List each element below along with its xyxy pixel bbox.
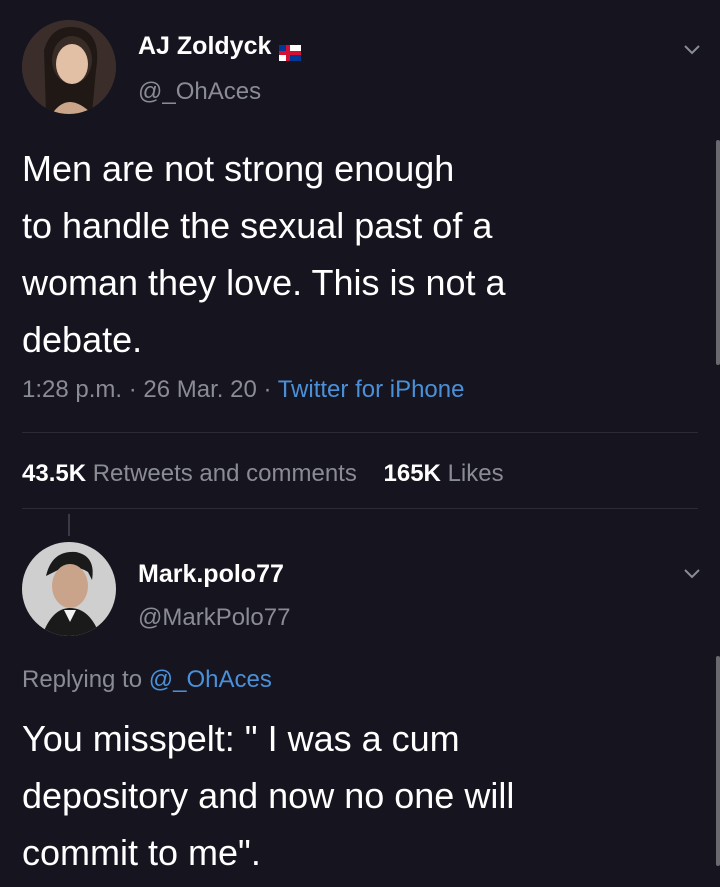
reply-author-name[interactable]: Mark.polo77 — [138, 560, 284, 589]
reply-author-avatar[interactable] — [22, 542, 116, 636]
scroll-indicator — [716, 140, 720, 365]
thread-line — [68, 514, 70, 536]
replying-prefix: Replying to — [22, 666, 143, 693]
replying-handle-link[interactable]: @_OhAces — [149, 666, 272, 693]
author-handle[interactable]: @_OhAces — [138, 78, 261, 106]
reply-author-name-text: Mark.polo77 — [138, 560, 284, 588]
divider — [22, 508, 698, 509]
tweet-date: 26 Mar. 20 — [143, 376, 257, 403]
reply-text: You misspelt: " I was a cum depository a… — [22, 718, 515, 873]
chevron-down-icon[interactable] — [682, 42, 702, 56]
tweet-source-link[interactable]: Twitter for iPhone — [278, 376, 465, 403]
chevron-down-icon[interactable] — [682, 566, 702, 580]
meta-separator: · — [128, 376, 137, 403]
retweets-count: 43.5K — [22, 460, 87, 487]
likes-count: 165K — [383, 460, 441, 487]
likes-stat[interactable]: 165K Likes — [384, 460, 504, 487]
scroll-indicator — [716, 656, 720, 866]
replying-to: Replying to @_OhAces — [22, 666, 272, 694]
meta-separator: · — [263, 376, 272, 403]
author-avatar[interactable] — [22, 20, 116, 114]
likes-label: Likes — [447, 460, 504, 487]
tweet-meta: 1:28 p.m. · 26 Mar. 20 · Twitter for iPh… — [22, 376, 464, 404]
tweet-text: Men are not strong enough to handle the … — [22, 148, 506, 360]
flag-icon — [279, 39, 302, 61]
tweet-stats: 43.5K Retweets and comments 165K Likes — [22, 460, 504, 488]
retweets-label: Retweets and comments — [92, 460, 357, 487]
tweet-time: 1:28 p.m. — [22, 376, 123, 403]
retweets-stat[interactable]: 43.5K Retweets and comments — [22, 460, 357, 487]
author-name-text: AJ Zoldyck — [138, 32, 272, 60]
reply-author-handle[interactable]: @MarkPolo77 — [138, 604, 290, 632]
divider — [22, 432, 698, 433]
author-name[interactable]: AJ Zoldyck — [138, 32, 302, 61]
